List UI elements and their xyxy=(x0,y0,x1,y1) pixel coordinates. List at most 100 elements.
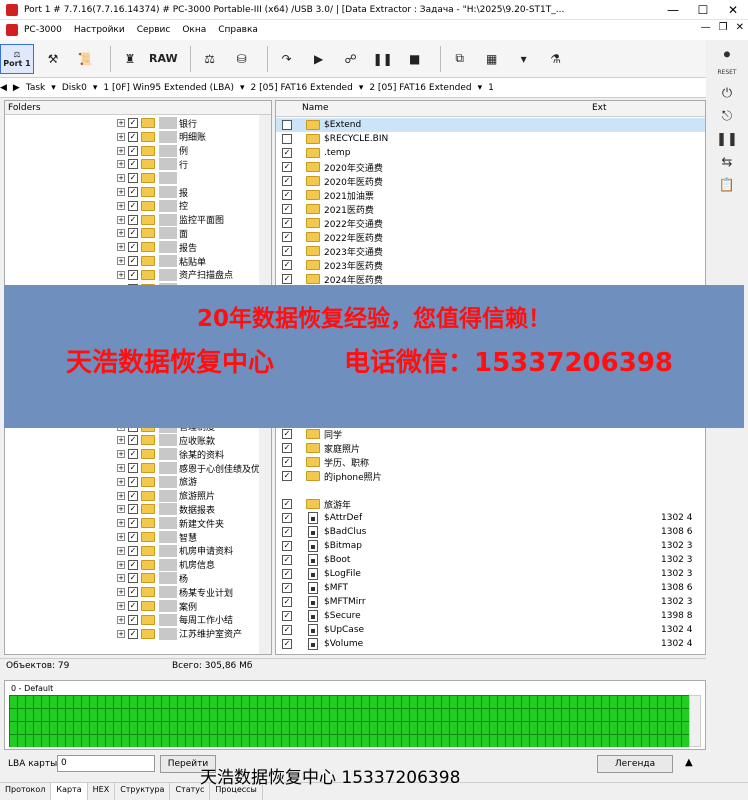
table-row[interactable]: ✓ $MFTMirr 1302 3 xyxy=(276,595,705,609)
row-checkbox[interactable]: ✓ xyxy=(282,541,292,551)
menu-service[interactable]: Сервис xyxy=(137,25,171,35)
tree-item[interactable]: + ✓ 旅游照片 xyxy=(117,489,215,503)
table-row[interactable]: ✓ 家庭照片 xyxy=(276,441,705,455)
expand-icon[interactable]: + xyxy=(117,146,125,155)
tree-item[interactable]: + ✓ 粘贴单 xyxy=(117,254,206,268)
path-disk[interactable]: Disk0 xyxy=(62,83,87,93)
row-checkbox[interactable]: ✓ xyxy=(282,597,292,607)
expand-icon[interactable]: + xyxy=(117,533,125,541)
expand-icon[interactable]: + xyxy=(117,615,125,624)
table-row[interactable]: ✓ 2022年医药费 xyxy=(276,230,705,244)
power-button[interactable]: ⏻ xyxy=(722,86,732,101)
binoculars-button[interactable]: ♜ xyxy=(117,44,143,74)
tree-item[interactable]: + ✓ 感恩于心创佳绩及优秀 xyxy=(117,461,269,475)
expand-icon[interactable]: + xyxy=(117,270,125,279)
expand-icon[interactable]: + xyxy=(117,519,125,528)
menu-pc3000[interactable]: PC-3000 xyxy=(24,25,62,35)
tree-checkbox[interactable]: ✓ xyxy=(128,200,138,211)
path-partition-2[interactable]: 2 [05] FAT16 Extended xyxy=(251,83,353,93)
chevron-down-icon[interactable]: ▾ xyxy=(51,83,56,93)
mdi-minimize-button[interactable]: — xyxy=(701,22,711,33)
tab-hex[interactable]: HEX xyxy=(88,783,116,800)
column-ext[interactable]: Ext xyxy=(592,103,607,113)
table-row[interactable]: ✓ $Boot 1302 3 xyxy=(276,553,705,567)
table-row[interactable]: ✓ 同学 xyxy=(276,427,705,441)
tree-item[interactable]: + ✓ 例 xyxy=(117,144,188,158)
expand-icon[interactable]: + xyxy=(117,119,125,127)
expand-icon[interactable]: + xyxy=(117,505,125,514)
tree-item[interactable]: + ✓ 机房申请资料 xyxy=(117,544,233,558)
tree-checkbox[interactable]: ✓ xyxy=(128,614,138,625)
balance-button[interactable]: ⚖ xyxy=(197,44,223,74)
table-row[interactable]: ✓ $BadClus 1308 6 xyxy=(276,525,705,539)
tree-checkbox[interactable]: ✓ xyxy=(128,214,138,225)
tree-checkbox[interactable]: ✓ xyxy=(128,573,138,584)
chevron-down-icon[interactable]: ▾ xyxy=(93,83,98,93)
expand-icon[interactable]: + xyxy=(117,491,125,500)
table-row[interactable]: ✓ .temp xyxy=(276,146,705,160)
tree-checkbox[interactable]: ✓ xyxy=(128,504,138,515)
tree-item[interactable]: + ✓ 资产扫描盘点 xyxy=(117,268,233,282)
chevron-up-icon[interactable]: ▲ xyxy=(685,757,693,768)
script-button[interactable]: 📜 xyxy=(72,44,98,74)
path-task[interactable]: Task xyxy=(26,83,45,93)
tree-checkbox[interactable]: ✓ xyxy=(128,228,138,239)
run-button[interactable]: ⚗ xyxy=(543,44,569,74)
expand-icon[interactable]: + xyxy=(117,560,125,569)
row-checkbox[interactable]: ✓ xyxy=(282,443,292,453)
row-checkbox[interactable]: ✓ xyxy=(282,639,292,649)
tree-checkbox[interactable]: ✓ xyxy=(128,490,138,501)
tree-item[interactable]: + ✓ 新建文件夹 xyxy=(117,516,224,530)
copy-button[interactable]: ⧉ xyxy=(447,44,473,74)
table-row[interactable]: ✓ $AttrDef 1302 4 xyxy=(276,511,705,525)
port-button[interactable]: ⚖ Port 1 xyxy=(0,43,34,74)
tree-item[interactable]: + ✓ 应收账款 xyxy=(117,433,215,447)
table-row[interactable]: ✓ 2021加油票 xyxy=(276,188,705,202)
row-checkbox[interactable]: ✓ xyxy=(282,246,292,256)
tree-item[interactable]: + ✓ 行 xyxy=(117,157,188,171)
column-name[interactable]: Name xyxy=(302,103,329,113)
expand-icon[interactable]: + xyxy=(117,174,125,183)
mdi-close-button[interactable]: ✕ xyxy=(736,22,744,33)
table-row[interactable]: ✓ $LogFile 1302 3 xyxy=(276,567,705,581)
expand-icon[interactable]: + xyxy=(117,160,125,169)
tree-checkbox[interactable]: ✓ xyxy=(128,587,138,598)
menu-windows[interactable]: Окна xyxy=(182,25,206,35)
row-checkbox[interactable]: ✓ xyxy=(282,204,292,214)
row-checkbox[interactable]: ✓ xyxy=(282,162,292,172)
path-partition-3[interactable]: 2 [05] FAT16 Extended xyxy=(369,83,471,93)
expand-icon[interactable]: + xyxy=(117,201,125,210)
row-checkbox[interactable]: ✓ xyxy=(282,232,292,242)
expand-icon[interactable]: + xyxy=(117,132,125,141)
tree-item[interactable]: + ✓ 智慧 xyxy=(117,530,197,544)
tree-item[interactable]: + ✓ 机房信息 xyxy=(117,558,215,572)
tree-checkbox[interactable]: ✓ xyxy=(128,242,138,253)
tree-checkbox[interactable]: ✓ xyxy=(128,559,138,570)
table-row[interactable]: ✓ 旅游年 xyxy=(276,497,705,511)
table-row[interactable]: $RECYCLE.BIN xyxy=(276,132,705,146)
expand-icon[interactable]: + xyxy=(117,602,125,610)
table-row[interactable]: ✓ 学历、职称 xyxy=(276,455,705,469)
tree-item[interactable]: + ✓ 杨 xyxy=(117,571,188,585)
map-dropdown-button[interactable]: ▾ xyxy=(511,44,537,74)
signal-button[interactable]: ⎋ xyxy=(722,109,732,124)
expand-icon[interactable]: + xyxy=(117,450,125,459)
row-checkbox[interactable]: ✓ xyxy=(282,274,292,284)
sector-map[interactable] xyxy=(9,695,689,747)
row-checkbox[interactable] xyxy=(282,120,292,130)
chevron-down-icon[interactable]: ▾ xyxy=(240,83,245,93)
tree-item[interactable]: + ✓ 杨某专业计划 xyxy=(117,585,233,599)
table-row[interactable]: ✓ $UpCase 1302 4 xyxy=(276,623,705,637)
rearrange-button[interactable]: ⇆ xyxy=(722,155,733,170)
reset-button[interactable]: ⚫ RESET xyxy=(717,48,736,78)
tree-checkbox[interactable]: ✓ xyxy=(128,463,138,473)
tab-structure[interactable]: Структура xyxy=(115,783,171,800)
tree-checkbox[interactable]: ✓ xyxy=(128,145,138,156)
tree-item[interactable]: + ✓ 案例 xyxy=(117,599,197,613)
expand-icon[interactable]: + xyxy=(117,477,125,486)
expand-icon[interactable]: + xyxy=(117,588,125,597)
table-row[interactable]: ✓ 的iphone照片 xyxy=(276,469,705,483)
row-checkbox[interactable]: ✓ xyxy=(282,218,292,228)
back-arrow-icon[interactable]: ◀ xyxy=(0,83,7,93)
tree-checkbox[interactable]: ✓ xyxy=(128,118,138,128)
